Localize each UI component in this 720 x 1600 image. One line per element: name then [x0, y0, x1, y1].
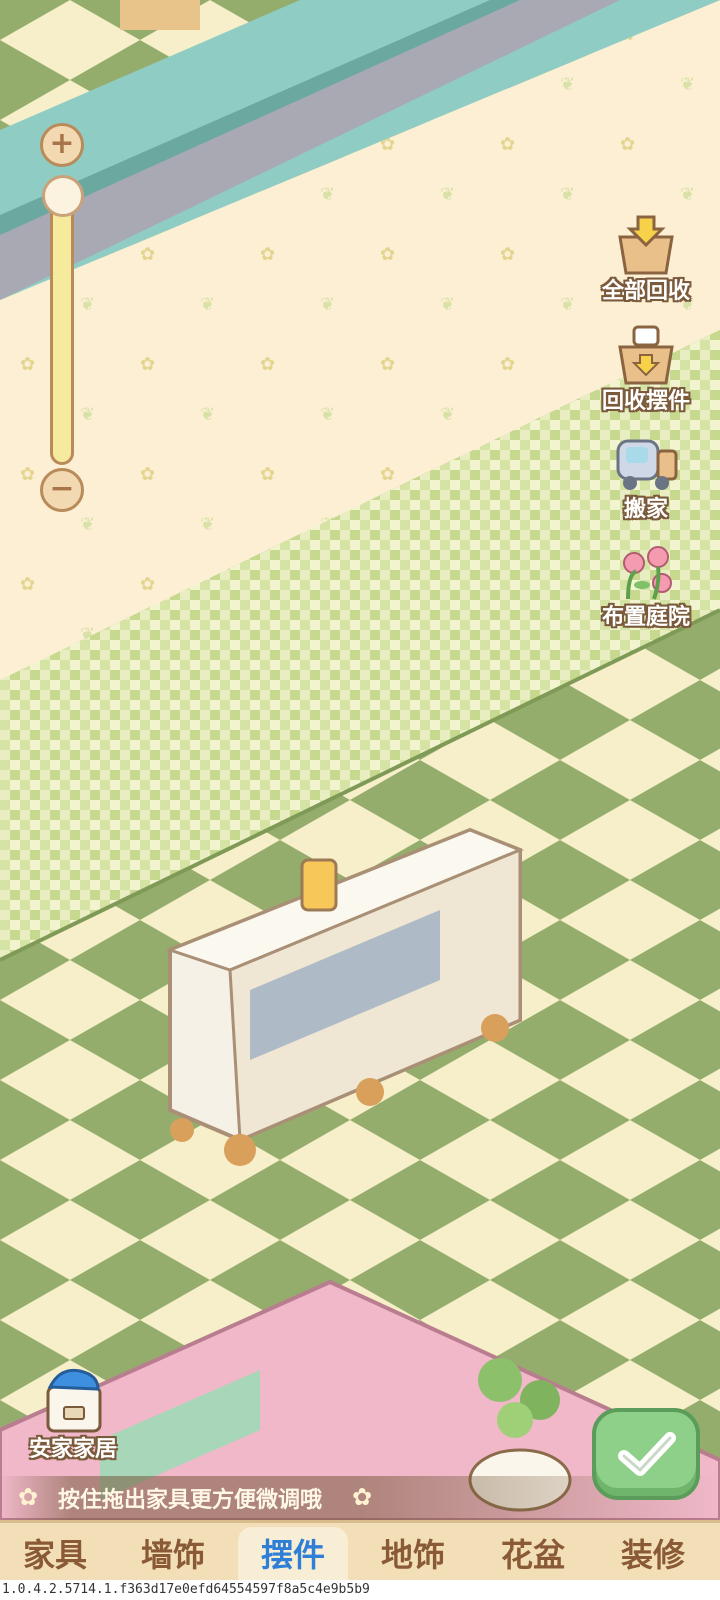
- recycle-all-button[interactable]: 全部回收: [590, 215, 702, 315]
- tab-furniture[interactable]: 家具: [0, 1527, 110, 1583]
- shop-label: 安家家居: [28, 1437, 117, 1462]
- garden-flower-icon: [623, 546, 672, 600]
- garden-label: 布置庭院: [601, 605, 690, 630]
- garden-button[interactable]: 布置庭院: [590, 541, 702, 641]
- check-icon: [618, 1432, 676, 1476]
- moving-label: 搬家: [623, 497, 668, 522]
- recycle-ornament-label: 回收摆件: [601, 389, 690, 414]
- minus-icon: −: [49, 471, 75, 506]
- flower-icon: ✿: [352, 1483, 373, 1511]
- category-tab-bar: 家具 墙饰 摆件 地饰 花盆 装修: [0, 1520, 720, 1584]
- zoom-slider-handle[interactable]: [42, 175, 84, 217]
- moving-truck-icon: [616, 439, 678, 490]
- zoom-out-button[interactable]: −: [40, 468, 84, 512]
- recycle-ornament-button[interactable]: 回收摆件: [590, 325, 702, 425]
- version-string: 1.0.4.2.5714.1.f363d17e0efd64554597f8a5c…: [0, 1580, 720, 1600]
- zoom-in-button[interactable]: +: [40, 123, 84, 167]
- tab-renovation[interactable]: 装修: [598, 1527, 708, 1583]
- shop-button[interactable]: 安家家居: [18, 1365, 128, 1462]
- recycle-ornament-icon: [618, 325, 674, 385]
- confirm-button[interactable]: [592, 1408, 700, 1500]
- tab-flower-pots[interactable]: 花盆: [478, 1527, 588, 1583]
- moving-button[interactable]: 搬家: [590, 433, 702, 533]
- recycle-all-icon: [618, 215, 674, 275]
- flower-icon: ✿: [18, 1483, 39, 1511]
- tab-ornaments[interactable]: 摆件: [238, 1527, 348, 1583]
- tab-floor-decor[interactable]: 地饰: [358, 1527, 468, 1583]
- shop-bag-icon: [46, 1368, 102, 1433]
- tab-wall-decor[interactable]: 墙饰: [118, 1527, 228, 1583]
- recycle-all-label: 全部回收: [601, 279, 690, 304]
- plus-icon: +: [49, 126, 75, 161]
- zoom-slider[interactable]: [50, 185, 74, 465]
- hint-text: 按住拖出家具更方便微调哦: [58, 1488, 323, 1513]
